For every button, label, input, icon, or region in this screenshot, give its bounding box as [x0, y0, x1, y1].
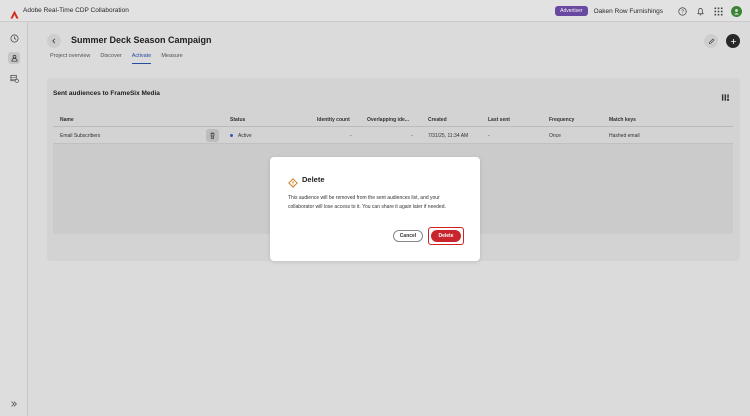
dialog-title: Delete — [302, 175, 325, 184]
dialog-body: This audience will be removed from the s… — [288, 195, 446, 210]
delete-button[interactable]: Delete — [431, 230, 461, 242]
warning-icon — [288, 175, 298, 188]
delete-dialog: Delete This audience will be removed fro… — [270, 157, 480, 261]
cancel-button[interactable]: Cancel — [393, 230, 423, 242]
